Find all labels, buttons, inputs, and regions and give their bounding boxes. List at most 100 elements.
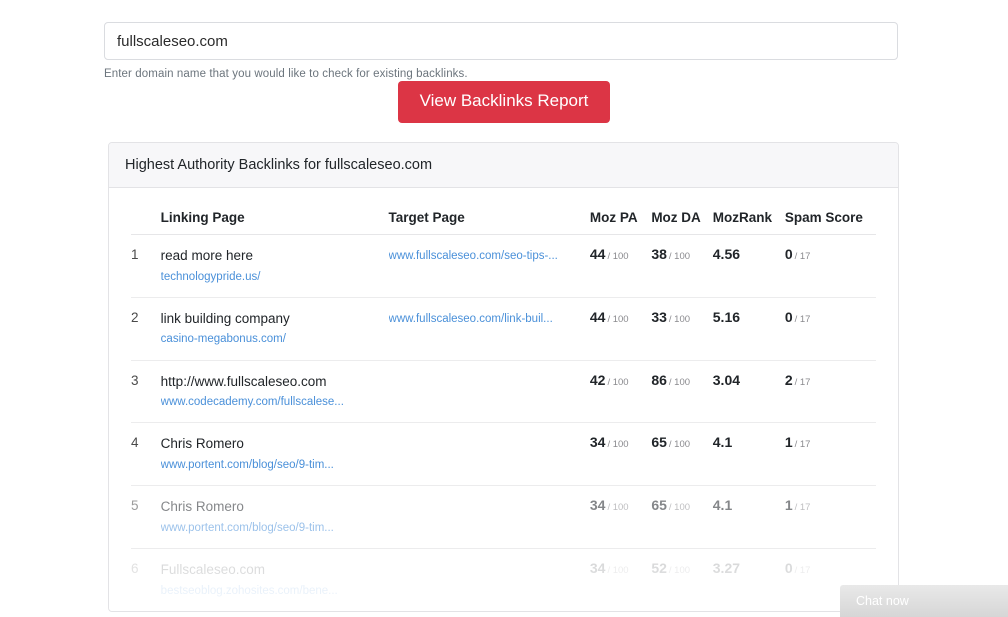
linking-page-url-link[interactable]: bestseoblog.zohosites.com/bene... [161,580,389,600]
spam-score-denominator: / 17 [795,565,811,576]
mozrank-cell: 5.16 [713,297,785,360]
row-index-cell: 6 [131,549,161,612]
row-index-cell: 1 [131,235,161,298]
moz-pa-denominator: / 100 [607,251,628,262]
spam-score-value: 0/ 17 [785,246,811,262]
table-header-row: Linking Page Target Page Moz PA Moz DA M… [131,188,876,235]
spam-score: 0/ 17 [785,235,876,298]
moz-da-value: 86/ 100 [651,372,690,388]
row-index-cell: 7 [131,611,161,612]
moz-pa-value: 44/ 100 [590,309,629,325]
linking-page-title: Chris Romero [161,434,389,454]
target-page-url-link[interactable]: www.fullscaleseo.com/seo-tips-... [389,246,590,265]
chat-now-widget[interactable]: Chat now [840,585,1008,617]
spam-score-denominator: / 17 [795,314,811,325]
moz-da: 38/ 100 [651,235,712,298]
target-page-cell [389,549,590,612]
row-index-cell: 2 [131,297,161,360]
column-header-mozrank: MozRank [713,188,785,235]
moz-pa: 44/ 100 [590,235,651,298]
mozrank-cell: 3.04 [713,360,785,423]
target-page-cell: www.fullscaleseo.com/orlando-w... [389,611,590,612]
spam-score: 0/ 17 [785,297,876,360]
mozrank-value: 3.27 [713,560,740,576]
target-page-cell: www.fullscaleseo.com/link-buil... [389,297,590,360]
mozrank-cell: 4.1 [713,423,785,486]
target-page-cell [389,360,590,423]
backlinks-table: Linking Page Target Page Moz PA Moz DA M… [131,188,876,612]
spam-score-denominator: / 17 [795,502,811,513]
row-index: 6 [131,561,139,576]
view-backlinks-report-button[interactable]: View Backlinks Report [398,81,611,123]
target-page-cell [389,486,590,549]
table-row: 5 Chris Romerowww.portent.com/blog/seo/9-… [131,486,876,549]
row-index: 1 [131,247,139,262]
moz-pa: 34/ 100 [590,486,651,549]
moz-pa-denominator: / 100 [607,565,628,576]
column-header-moz-da: Moz DA [651,188,712,235]
domain-input[interactable] [104,22,898,60]
moz-da-denominator: / 100 [669,565,690,576]
row-index: 2 [131,310,139,325]
spam-score-denominator: / 17 [795,377,811,388]
moz-pa: 34/ 100 [590,423,651,486]
spam-score-denominator: / 17 [795,251,811,262]
spam-score-value: 1/ 17 [785,434,811,450]
moz-da: 65/ 100 [651,423,712,486]
table-row: 2 link building companycasino-megabonus.c… [131,297,876,360]
mozrank-value: 4.1 [713,434,732,450]
linking-page-url-link[interactable]: www.portent.com/blog/seo/9-tim... [161,517,389,537]
spam-score-value: 2/ 17 [785,372,811,388]
spam-score: 2/ 17 [785,360,876,423]
moz-pa-value: 42/ 100 [590,372,629,388]
moz-da-denominator: / 100 [669,502,690,513]
moz-da: 52/ 100 [651,611,712,612]
linking-page-title: Chris Romero [161,497,389,517]
mozrank-value: 5.16 [713,309,740,325]
column-header-index [131,188,161,235]
moz-da-denominator: / 100 [669,439,690,450]
row-index: 3 [131,373,139,388]
table-header: Linking Page Target Page Moz PA Moz DA M… [131,188,876,235]
table-row: 6 Fullscaleseo.combestseoblog.zohosites.c… [131,549,876,612]
moz-da: 52/ 100 [651,549,712,612]
column-header-spam-score: Spam Score [785,188,876,235]
row-index-cell: 4 [131,423,161,486]
moz-pa-value: 34/ 100 [590,497,629,513]
moz-pa: 34/ 100 [590,549,651,612]
page-root: Enter domain name that you would like to… [0,0,1008,617]
moz-da-value: 65/ 100 [651,497,690,513]
domain-search-form: Enter domain name that you would like to… [104,22,898,80]
linking-page-title: Fullscaleseo.com [161,560,389,580]
domain-help-text: Enter domain name that you would like to… [104,68,898,80]
linking-page-url-link[interactable]: technologypride.us/ [161,266,389,286]
linking-page-cell: http://www.fullscaleseo.comwww.codecadem… [161,360,389,423]
card-header: Highest Authority Backlinks for fullscal… [109,143,898,188]
row-index: 5 [131,498,139,513]
target-page-cell: www.fullscaleseo.com/seo-tips-... [389,235,590,298]
spam-score-value: 0/ 17 [785,309,811,325]
moz-pa-denominator: / 100 [607,377,628,388]
spam-score-value: 1/ 17 [785,497,811,513]
target-page-url-link[interactable]: www.fullscaleseo.com/link-buil... [389,309,590,328]
table-row: 3 http://www.fullscaleseo.comwww.codecade… [131,360,876,423]
linking-page-url-link[interactable]: www.portent.com/blog/seo/9-tim... [161,454,389,474]
linking-page-cell: link building companycasino-megabonus.co… [161,297,389,360]
column-header-linking-page: Linking Page [161,188,389,235]
backlinks-report-card: Highest Authority Backlinks for fullscal… [108,142,899,612]
moz-pa-value: 44/ 100 [590,246,629,262]
mozrank-value: 4.1 [713,497,732,513]
cta-row: View Backlinks Report [0,81,1008,123]
linking-page-url-link[interactable]: www.codecademy.com/fullscalese... [161,391,389,411]
row-index-cell: 3 [131,360,161,423]
column-header-target-page: Target Page [389,188,590,235]
moz-da-denominator: / 100 [669,251,690,262]
moz-da-value: 65/ 100 [651,434,690,450]
linking-page-cell: web design portfoliobestseoblog.zohosite… [161,611,389,612]
moz-pa-denominator: / 100 [607,314,628,325]
moz-da-denominator: / 100 [669,377,690,388]
linking-page-url-link[interactable]: casino-megabonus.com/ [161,328,389,348]
linking-page-cell: Chris Romerowww.portent.com/blog/seo/9-t… [161,423,389,486]
table-row: 4Chris Romerowww.portent.com/blog/seo/9-… [131,423,876,486]
linking-page-title: link building company [161,309,389,329]
